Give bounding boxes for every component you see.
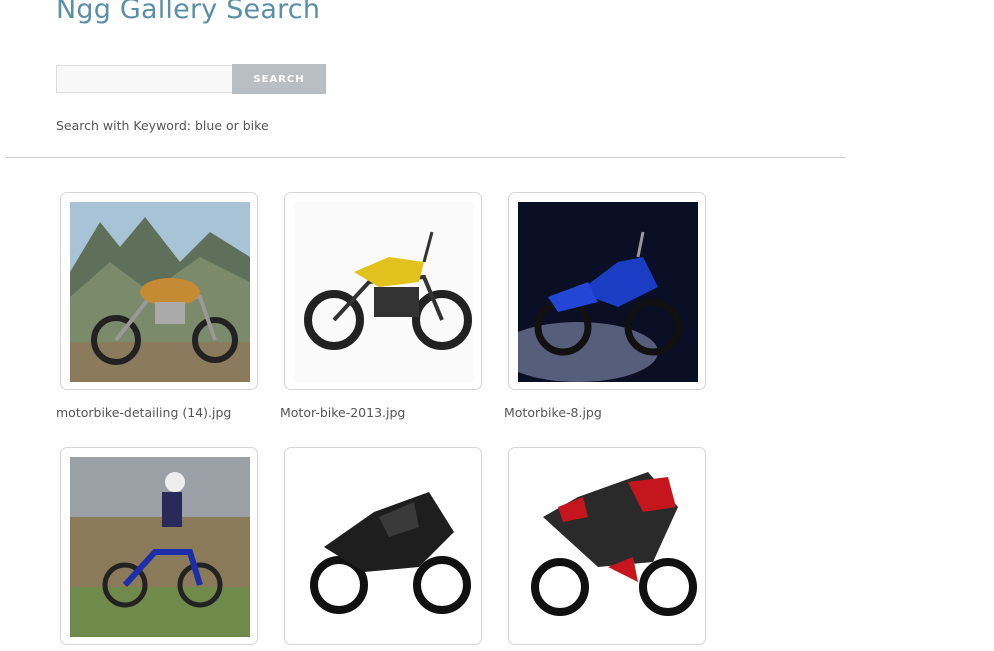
gallery-caption[interactable]: Motor-bike-2013.jpg <box>280 405 405 420</box>
search-input[interactable] <box>56 65 232 93</box>
search-form: SEARCH <box>56 64 326 95</box>
gallery-thumbnail-image <box>70 457 250 637</box>
gallery-caption[interactable]: motorbike-detailing (14).jpg <box>56 405 231 420</box>
gallery-item-1[interactable] <box>60 192 258 390</box>
gallery-item-4[interactable] <box>60 447 258 645</box>
divider <box>6 157 846 158</box>
gallery-thumbnail-image <box>518 457 698 637</box>
gallery-item-3[interactable] <box>508 192 706 390</box>
page-title: Ngg Gallery Search <box>56 0 321 25</box>
gallery-thumbnail-image <box>518 202 698 382</box>
gallery-item-2[interactable] <box>284 192 482 390</box>
gallery-caption[interactable]: Motorbike-8.jpg <box>504 405 602 420</box>
search-hint: Search with Keyword: blue or bike <box>56 118 269 133</box>
gallery-thumbnail-image <box>294 457 474 637</box>
gallery-item-6[interactable] <box>508 447 706 645</box>
gallery-item-5[interactable] <box>284 447 482 645</box>
gallery-thumbnail-image <box>294 202 474 382</box>
search-button[interactable]: SEARCH <box>232 64 326 94</box>
gallery-thumbnail-image <box>70 202 250 382</box>
